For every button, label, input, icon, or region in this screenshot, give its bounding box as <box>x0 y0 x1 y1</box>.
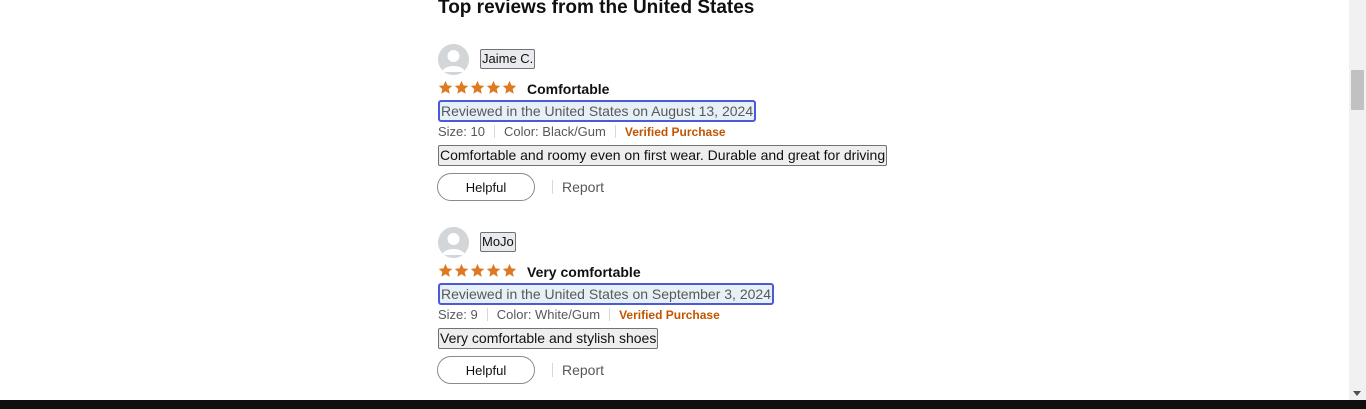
divider <box>493 125 495 138</box>
avatar-icon[interactable] <box>438 227 469 258</box>
star-icon <box>438 80 453 94</box>
star-icon <box>470 263 485 277</box>
divider <box>552 363 553 377</box>
star-icon <box>454 80 469 94</box>
divider <box>614 125 616 138</box>
review-date: Reviewed in the United States on Septemb… <box>438 283 774 305</box>
variant-info[interactable]: Size: 10 Color: Black/Gum Verified Purchas… <box>438 124 726 140</box>
vertical-scrollbar[interactable] <box>1349 0 1366 400</box>
star-icon <box>454 263 469 277</box>
star-icon <box>502 263 517 277</box>
bottom-edge-bar <box>0 400 1366 409</box>
report-link[interactable]: Report <box>562 179 604 195</box>
profile-name-link[interactable]: Jaime C. <box>480 49 536 69</box>
variant-size: Size: 10 <box>438 124 485 139</box>
helpful-button[interactable]: Helpful <box>437 173 535 201</box>
avatar-icon[interactable] <box>438 44 469 75</box>
variant-size: Size: 9 <box>438 307 478 322</box>
report-link[interactable]: Report <box>562 362 604 378</box>
scrollbar-thumb[interactable] <box>1351 70 1364 110</box>
star-icon <box>502 80 517 94</box>
variant-color: Color: White/Gum <box>496 307 601 322</box>
review-date: Reviewed in the United States on August … <box>438 100 757 122</box>
review-body: Very comfortable and stylish shoes <box>438 328 659 349</box>
divider <box>486 308 488 321</box>
star-rating[interactable] <box>438 263 518 279</box>
review-title-link[interactable]: Very comfortable <box>527 264 641 280</box>
divider <box>552 180 553 194</box>
section-title: Top reviews from the United States <box>438 0 755 18</box>
star-rating[interactable] <box>438 80 518 96</box>
scroll-down-arrow-icon[interactable] <box>1353 391 1361 396</box>
review-title-link[interactable]: Comfortable <box>527 81 609 97</box>
helpful-button[interactable]: Helpful <box>437 356 535 384</box>
star-icon <box>438 263 453 277</box>
divider <box>609 308 611 321</box>
profile-name-link[interactable]: MoJo <box>480 232 516 252</box>
verified-purchase-badge: Verified Purchase <box>619 308 720 322</box>
review-body: Comfortable and roomy even on first wear… <box>438 145 888 166</box>
verified-purchase-badge: Verified Purchase <box>624 125 726 139</box>
star-icon <box>486 80 501 94</box>
star-icon <box>470 80 485 94</box>
star-icon <box>486 263 501 277</box>
variant-color: Color: Black/Gum <box>503 124 606 139</box>
variant-info[interactable]: Size: 9 Color: White/Gum Verified Purchase <box>438 307 720 323</box>
